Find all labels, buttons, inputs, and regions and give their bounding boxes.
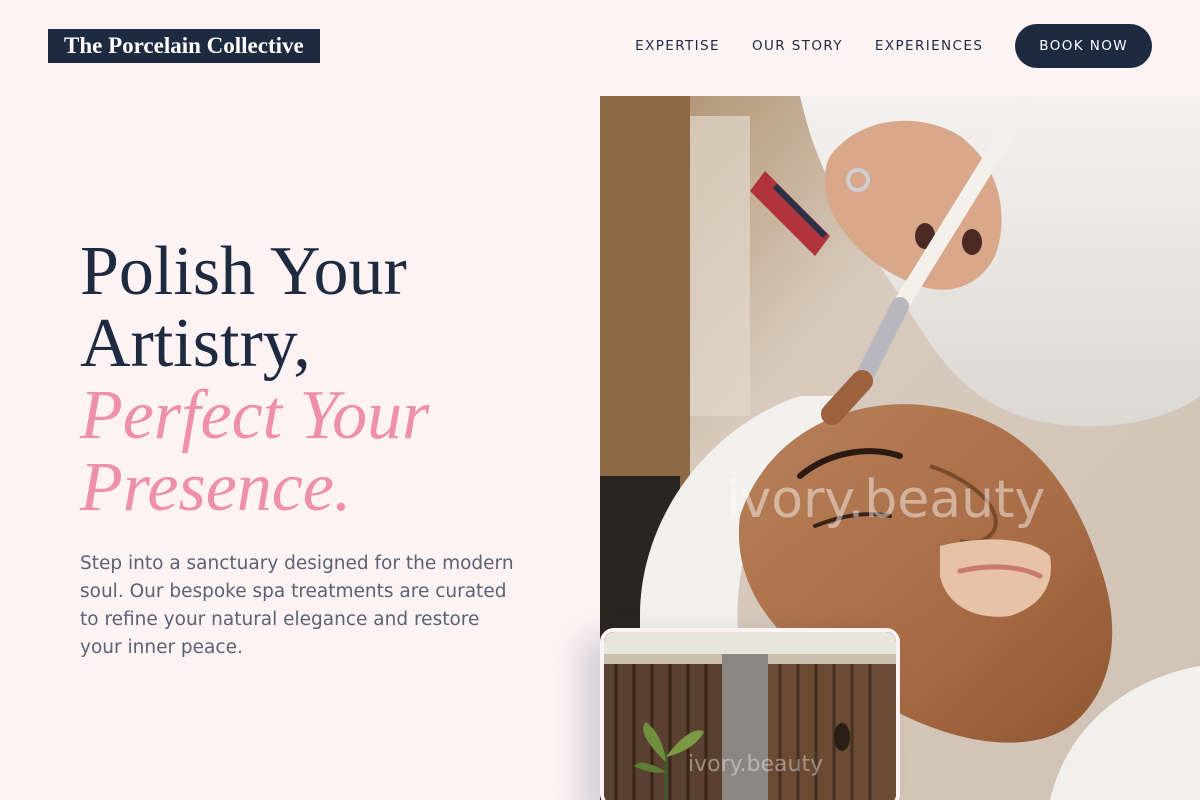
spa-interior-photo: ivory.beauty [600, 628, 900, 800]
book-now-button[interactable]: BOOK NOW [1015, 24, 1152, 68]
hero-heading-line-2: Artistry, [80, 305, 311, 382]
inset-photo-watermark: ivory.beauty [688, 752, 824, 777]
hero-description: Step into a sanctuary designed for the m… [80, 553, 514, 658]
hero-accent-line-1: Perfect Your [80, 377, 430, 454]
main-nav: EXPERTISE OUR STORY EXPERIENCES BOOK NOW [635, 24, 1152, 68]
nav-link-expertise[interactable]: EXPERTISE [635, 38, 720, 54]
main-photo-watermark: ivory.beauty [726, 470, 1046, 530]
hero-heading-line-1: Polish Your [80, 233, 407, 310]
hero-heading: Polish Your Artistry, Perfect Your Prese… [80, 236, 580, 524]
nav-link-our-story[interactable]: OUR STORY [752, 38, 843, 54]
nav-link-experiences[interactable]: EXPERIENCES [875, 38, 983, 54]
hero-accent-line-2: Presence. [80, 449, 352, 526]
landing-page: The Porcelain Collective EXPERTISE OUR S… [0, 0, 1200, 800]
brand-logo[interactable]: The Porcelain Collective [48, 29, 320, 63]
